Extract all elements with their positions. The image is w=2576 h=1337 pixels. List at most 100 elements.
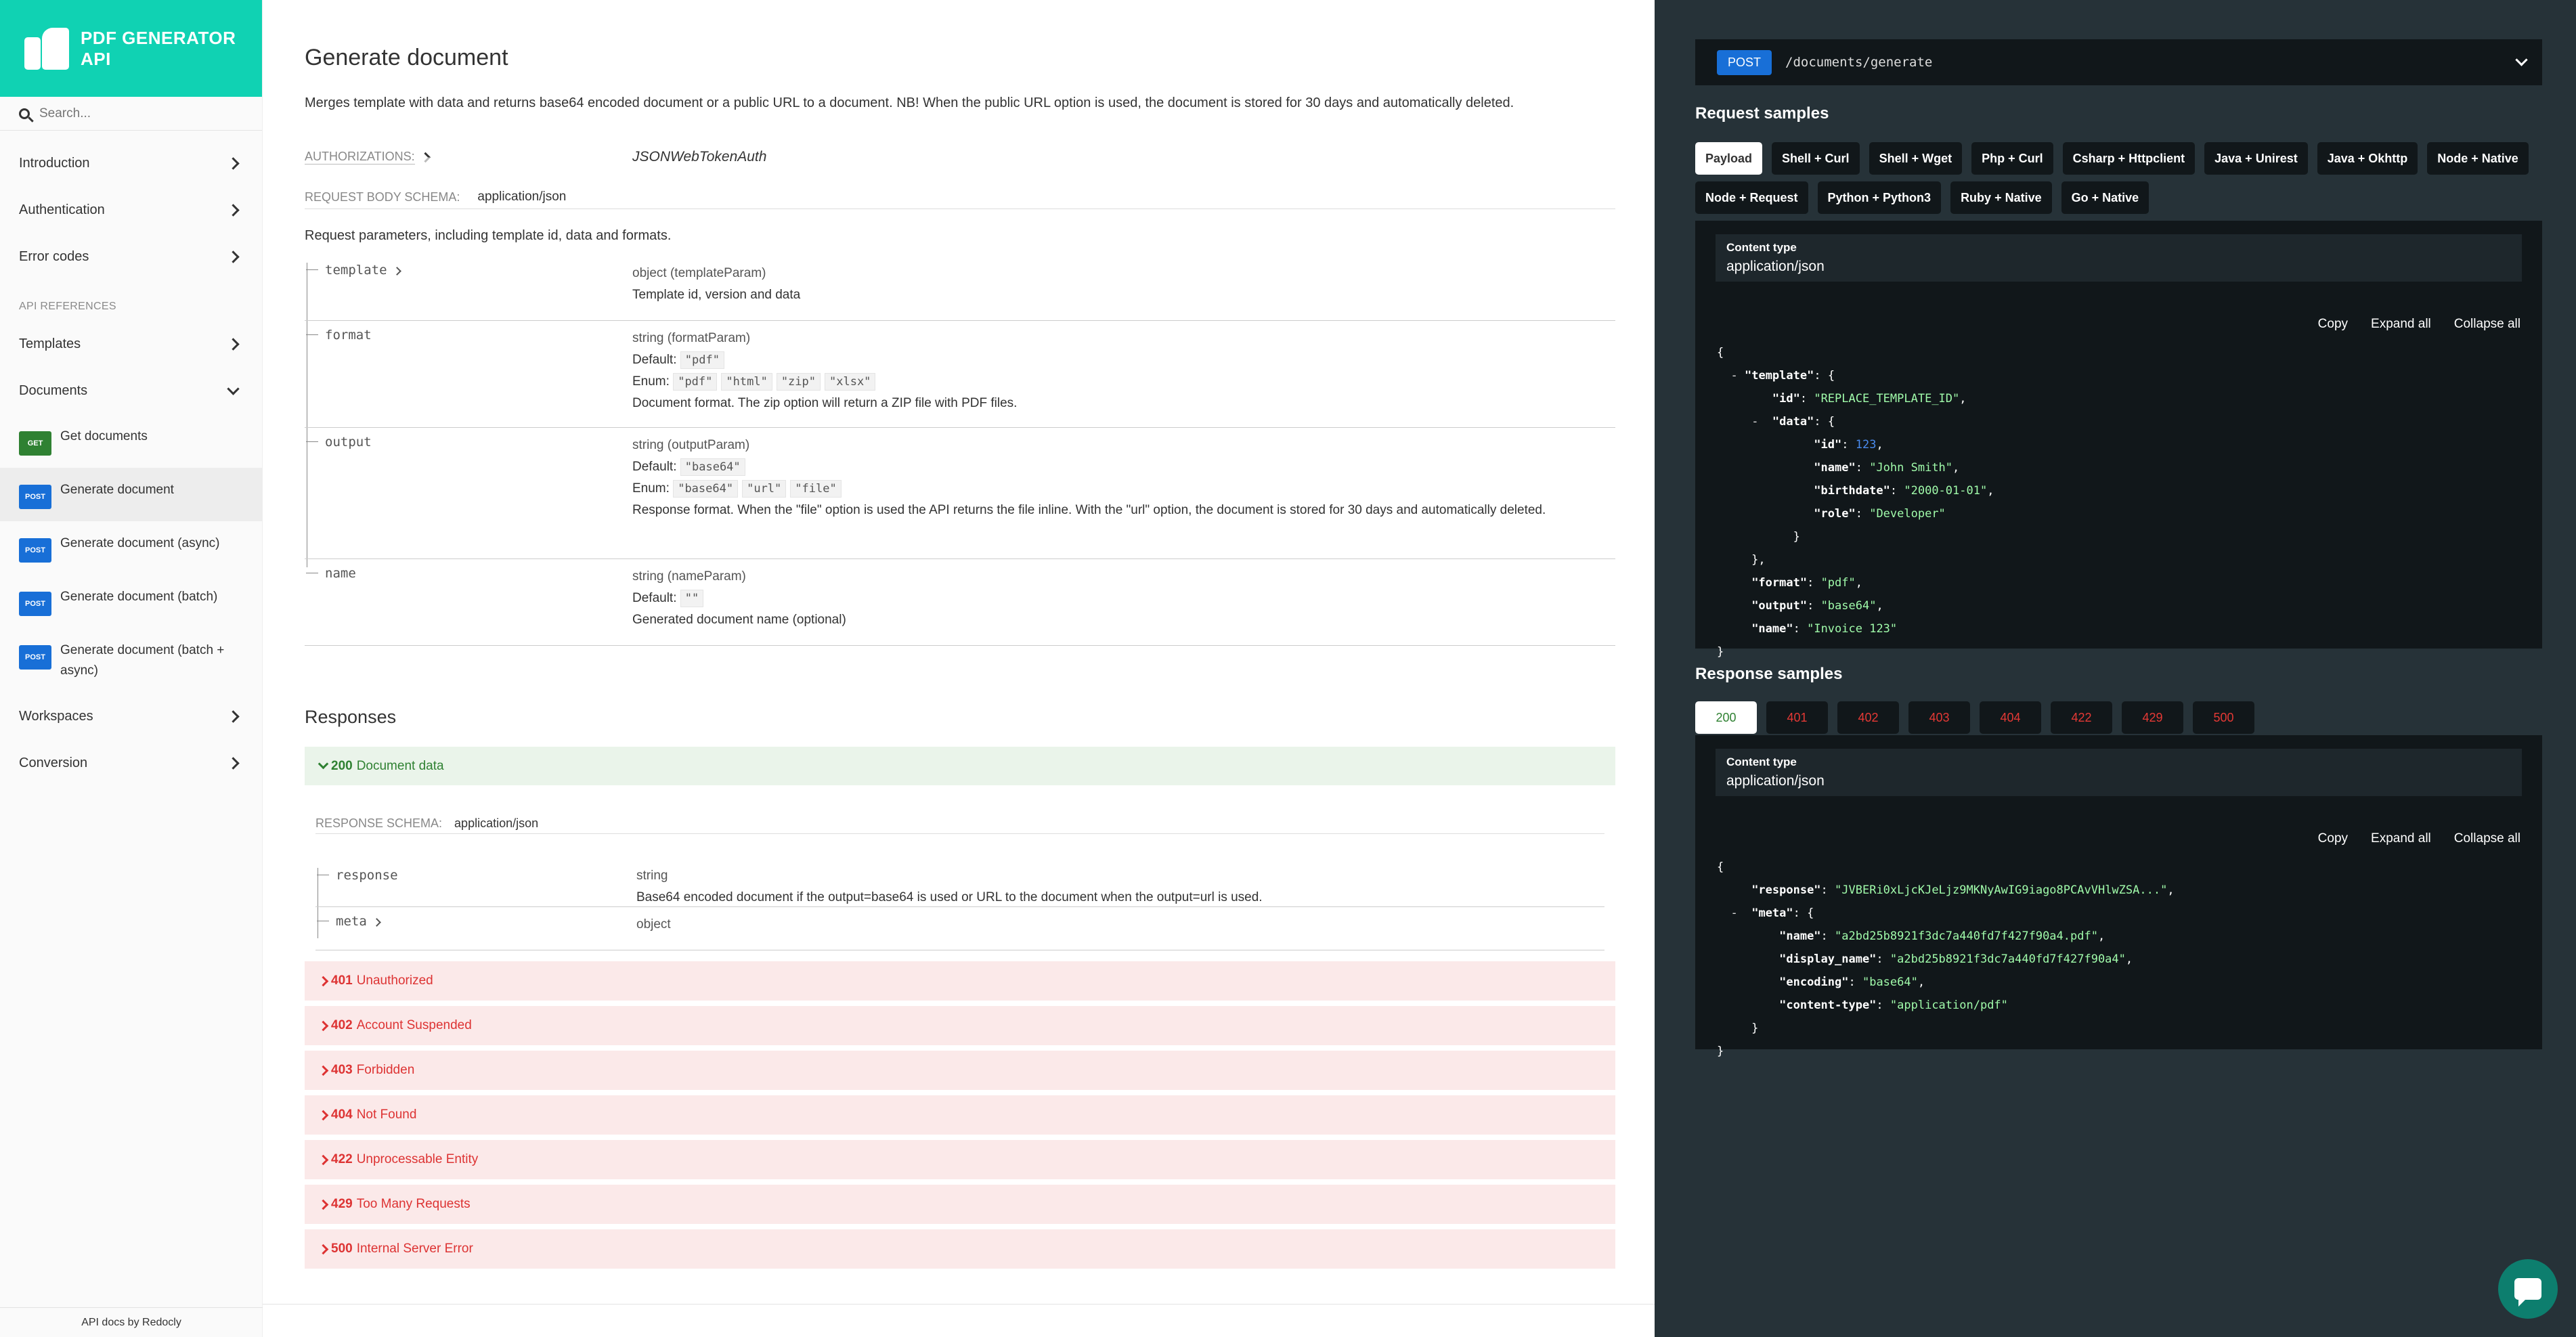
search-input[interactable]: [39, 106, 242, 121]
authorizations-value: JSONWebTokenAuth: [632, 149, 767, 165]
response-402-toggle[interactable]: 402 Account Suspended: [305, 1006, 1615, 1045]
tab-response-200[interactable]: 200: [1695, 701, 1757, 734]
param-name-toggle[interactable]: template: [305, 256, 632, 320]
section-label-api-references: API REFERENCES: [19, 301, 116, 312]
content-type-value: application/json: [1726, 773, 1825, 789]
sidebar-item-conversion[interactable]: Conversion: [0, 740, 262, 787]
code-actions: Copy Expand all Collapse all: [1717, 831, 2520, 846]
tab-response-500[interactable]: 500: [2193, 701, 2254, 734]
search-box[interactable]: [0, 97, 262, 131]
tab-python-python3[interactable]: Python + Python3: [1817, 181, 1942, 214]
tab-csharp-httpclient[interactable]: Csharp + Httpclient: [2062, 142, 2196, 175]
sidebar-op-generate-document-async[interactable]: POST Generate document (async): [0, 521, 262, 575]
sidebar: PDF GENERATOR API Introduction Authentic…: [0, 0, 263, 1337]
param-desc: Generated document name (optional): [632, 613, 846, 627]
response-code: 404: [331, 1108, 353, 1122]
resp-param-meta: meta object: [315, 907, 1604, 950]
tab-shell-wget[interactable]: Shell + Wget: [1869, 142, 1963, 175]
chat-launcher-button[interactable]: [2498, 1259, 2558, 1319]
tab-response-403[interactable]: 403: [1908, 701, 1970, 734]
collapse-all-button[interactable]: Collapse all: [2454, 831, 2520, 846]
sidebar-item-introduction[interactable]: Introduction: [0, 140, 262, 187]
sidebar-op-generate-document-batch-async[interactable]: POST Generate document (batch + async): [0, 628, 262, 693]
response-500-toggle[interactable]: 500 Internal Server Error: [305, 1229, 1615, 1269]
param-format: format string (formatParam) Default: "pd…: [305, 321, 1615, 428]
content-type-label: Content type: [1726, 241, 1797, 254]
method-badge: POST: [19, 538, 51, 563]
tab-java-unirest[interactable]: Java + Unirest: [2204, 142, 2308, 175]
sidebar-op-generate-document[interactable]: POST Generate document: [0, 468, 262, 521]
tab-response-402[interactable]: 402: [1837, 701, 1899, 734]
enum-value: "url": [742, 480, 787, 498]
sidebar-item-workspaces[interactable]: Workspaces: [0, 693, 262, 740]
op-label: Generate document (batch + async): [60, 643, 225, 678]
tab-php-curl[interactable]: Php + Curl: [1971, 142, 2053, 175]
collapse-all-button[interactable]: Collapse all: [2454, 317, 2520, 332]
sidebar-item-documents[interactable]: Documents: [0, 368, 262, 414]
sidebar-item-error-codes[interactable]: Error codes: [0, 234, 262, 280]
response-401-toggle[interactable]: 401 Unauthorized: [305, 961, 1615, 1001]
tab-java-okhttp[interactable]: Java + Okhttp: [2317, 142, 2418, 175]
resp-param-response: response string Base64 encoded document …: [315, 861, 1604, 907]
content-type-label: Content type: [1726, 755, 1797, 768]
sidebar-op-generate-document-batch[interactable]: POST Generate document (batch): [0, 575, 262, 628]
authorizations-toggle[interactable]: AUTHORIZATIONS:: [305, 150, 632, 165]
response-code: 429: [331, 1197, 353, 1211]
param-desc: Document format. The zip option will ret…: [632, 396, 1018, 410]
response-422-toggle[interactable]: 422 Unprocessable Entity: [305, 1140, 1615, 1179]
request-sample-panel: Content type application/json Copy Expan…: [1695, 221, 2542, 659]
chevron-right-icon: [227, 338, 240, 351]
chevron-right-icon: [227, 157, 240, 170]
response-schema-value: application/json: [454, 816, 539, 830]
copy-button[interactable]: Copy: [2318, 317, 2348, 332]
tab-response-401[interactable]: 401: [1766, 701, 1828, 734]
chevron-right-icon: [227, 204, 240, 217]
logo-icon: [24, 27, 69, 70]
param-default-label: Default:: [632, 591, 677, 605]
response-label: Unauthorized: [356, 973, 433, 988]
logo[interactable]: PDF GENERATOR API: [0, 0, 262, 97]
param-info: string (outputParam) Default: "base64" E…: [632, 428, 1615, 558]
response-code: 403: [331, 1063, 353, 1077]
chevron-right-icon: [318, 1244, 329, 1254]
response-404-toggle[interactable]: 404 Not Found: [305, 1095, 1615, 1135]
tab-response-429[interactable]: 429: [2122, 701, 2183, 734]
tab-go-native[interactable]: Go + Native: [2061, 181, 2149, 214]
request-json: { - "template": { "id": "REPLACE_TEMPLAT…: [1717, 346, 1994, 659]
expand-all-button[interactable]: Expand all: [2371, 317, 2431, 332]
tab-node-request[interactable]: Node + Request: [1695, 181, 1808, 214]
tab-payload[interactable]: Payload: [1695, 142, 1763, 175]
response-429-toggle[interactable]: 429 Too Many Requests: [305, 1185, 1615, 1224]
param-default: Default: "": [632, 588, 1615, 609]
response-code: 402: [331, 1018, 353, 1032]
logo-text: PDF GENERATOR API: [80, 27, 236, 69]
param-type: string: [636, 869, 668, 883]
enum-value: "base64": [673, 480, 739, 498]
tab-shell-curl[interactable]: Shell + Curl: [1772, 142, 1860, 175]
chevron-right-icon: [227, 250, 240, 263]
endpoint-toggle[interactable]: POST /documents/generate: [1695, 39, 2542, 85]
param-info: object (templateParam) Template id, vers…: [632, 256, 1615, 320]
param-desc: Base64 encoded document if the output=ba…: [636, 890, 1263, 904]
authorizations-row: AUTHORIZATIONS: JSONWebTokenAuth: [305, 149, 1655, 165]
response-schema-row: RESPONSE SCHEMA: application/json: [315, 816, 1604, 834]
op-label: Get documents: [60, 429, 148, 443]
sidebar-op-get-documents[interactable]: GET Get documents: [0, 414, 262, 468]
param-name: meta: [336, 914, 367, 929]
expand-all-button[interactable]: Expand all: [2371, 831, 2431, 846]
param-enum-label: Enum:: [632, 374, 670, 389]
response-200-toggle[interactable]: 200 Document data: [305, 747, 1615, 785]
param-enum-label: Enum:: [632, 481, 670, 496]
tab-node-native[interactable]: Node + Native: [2427, 142, 2529, 175]
response-403-toggle[interactable]: 403 Forbidden: [305, 1051, 1615, 1090]
param-name: name: [325, 566, 356, 581]
tab-response-422[interactable]: 422: [2051, 701, 2112, 734]
redocly-footer-link[interactable]: API docs by Redocly: [0, 1307, 263, 1337]
sidebar-item-authentication[interactable]: Authentication: [0, 187, 262, 234]
chevron-right-icon: [318, 976, 329, 986]
param-name-toggle[interactable]: meta: [315, 907, 636, 950]
tab-response-404[interactable]: 404: [1980, 701, 2041, 734]
tab-ruby-native[interactable]: Ruby + Native: [1950, 181, 2052, 214]
sidebar-item-templates[interactable]: Templates: [0, 321, 262, 368]
copy-button[interactable]: Copy: [2318, 831, 2348, 846]
